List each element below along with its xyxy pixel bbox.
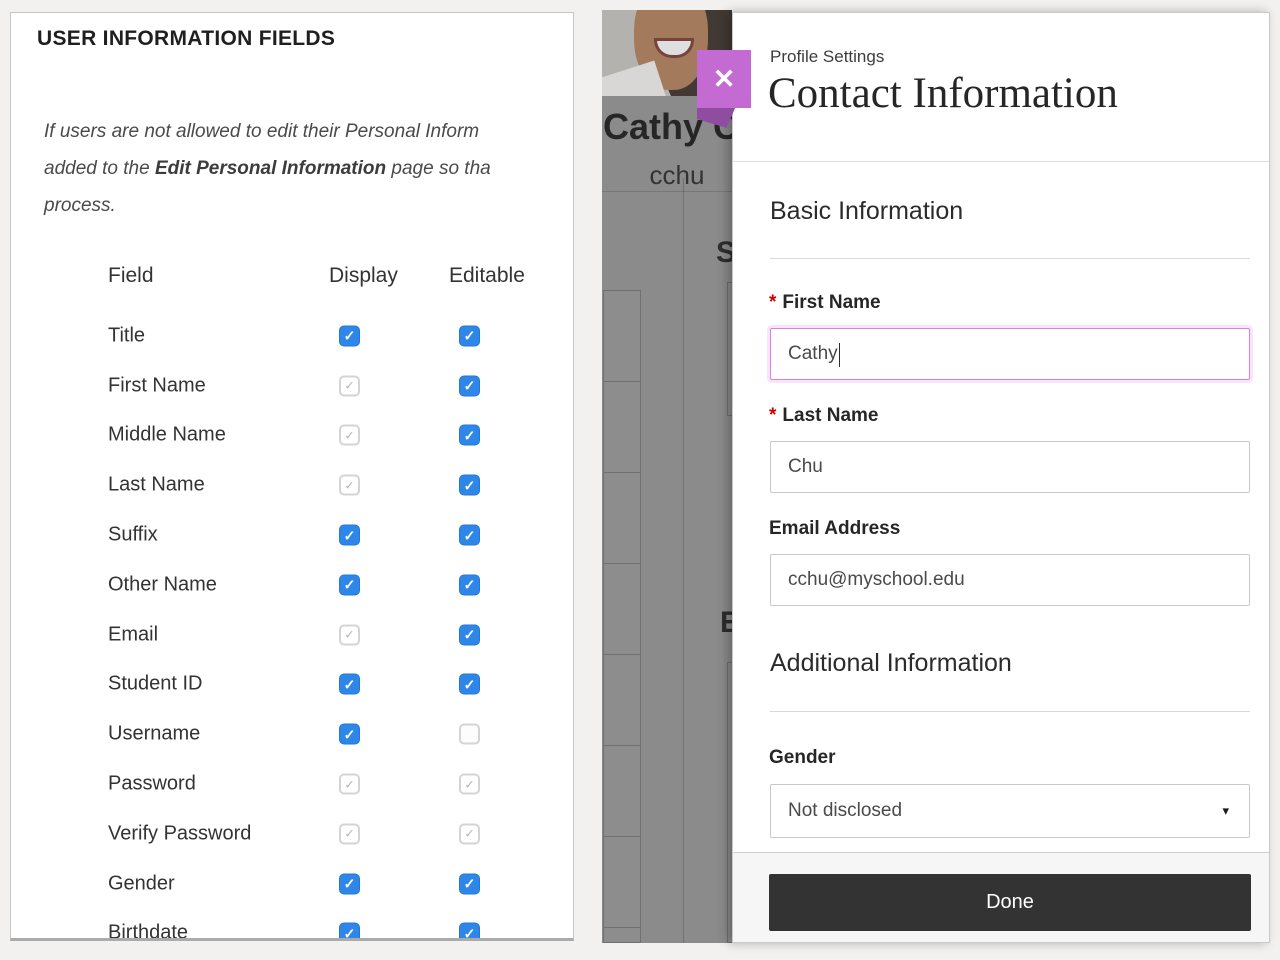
column-header-editable: Editable [449,264,525,288]
field-label-password: Password [108,773,196,796]
table-row-password: Password ✓ ✓ [11,759,573,809]
editable-checkbox-other-name[interactable]: ✓ [459,574,480,595]
section-basic-information: Basic Information [770,197,963,226]
editable-checkbox-title[interactable]: ✓ [459,325,480,346]
display-checkbox-last-name: ✓ [339,475,360,496]
last-name-label: *Last Name [769,405,879,427]
column-header-field: Field [108,264,154,288]
panel-title: USER INFORMATION FIELDS [37,27,335,51]
field-label-username: Username [108,723,200,746]
description-line-1: If users are not allowed to edit their P… [44,113,574,150]
user-information-fields-panel: USER INFORMATION FIELDS If users are not… [10,12,574,941]
profile-settings-panel: Profile Settings Contact Information Bas… [732,12,1270,943]
field-label-suffix: Suffix [108,524,158,547]
editable-checkbox-verify-password: ✓ [459,823,480,844]
display-checkbox-middle-name: ✓ [339,425,360,446]
panel-heading: Contact Information [768,69,1118,118]
email-address-field[interactable]: cchu@myschool.edu [770,554,1250,606]
gender-label: Gender [769,747,836,769]
field-label-other-name: Other Name [108,573,217,596]
dimmed-profile-page-background: Cathy Chu cchu S E [602,10,732,943]
panel-footer: Done [733,852,1269,942]
table-row-birthdate: Birthdate ✓ ✓ [11,909,573,941]
editable-checkbox-suffix[interactable]: ✓ [459,525,480,546]
editable-checkbox-username[interactable] [459,724,480,745]
field-label-verify-password: Verify Password [108,822,251,845]
first-name-label: *First Name [769,292,881,314]
required-asterisk: * [769,405,776,426]
editable-checkbox-gender[interactable]: ✓ [459,873,480,894]
done-button[interactable]: Done [769,874,1251,931]
editable-checkbox-email[interactable]: ✓ [459,624,480,645]
display-checkbox-student-id[interactable]: ✓ [339,674,360,695]
table-row-first-name: First Name ✓ ✓ [11,361,573,411]
first-name-field[interactable]: Cathy [770,328,1250,380]
editable-checkbox-student-id[interactable]: ✓ [459,674,480,695]
display-checkbox-verify-password: ✓ [339,823,360,844]
description-line-3: process. [44,187,574,224]
field-label-middle-name: Middle Name [108,424,226,447]
field-label-student-id: Student ID [108,673,203,696]
editable-checkbox-first-name[interactable]: ✓ [459,375,480,396]
table-row-verify-password: Verify Password ✓ ✓ [11,809,573,859]
gender-selected-value: Not disclosed [788,800,902,822]
column-header-display: Display [329,264,398,288]
editable-checkbox-middle-name[interactable]: ✓ [459,425,480,446]
table-row-other-name: Other Name ✓ ✓ [11,560,573,610]
display-checkbox-gender[interactable]: ✓ [339,873,360,894]
background-card-stack [603,290,641,943]
display-checkbox-first-name: ✓ [339,375,360,396]
close-icon[interactable]: ✕ [697,50,751,108]
required-asterisk: * [769,292,776,313]
display-checkbox-password: ✓ [339,774,360,795]
field-label-birthdate: Birthdate [108,922,188,941]
profile-username: cchu [622,160,732,191]
panel-description: If users are not allowed to edit their P… [44,113,574,224]
text-cursor [839,343,841,367]
table-row-email: Email ✓ ✓ [11,610,573,660]
field-label-last-name: Last Name [108,474,205,497]
header-divider [733,161,1269,162]
last-name-field[interactable]: Chu [770,441,1250,493]
description-line-2: added to the Edit Personal Information p… [44,150,574,187]
display-checkbox-title[interactable]: ✓ [339,325,360,346]
background-partial-heading-s: S [716,236,732,270]
editable-checkbox-password: ✓ [459,774,480,795]
field-label-email: Email [108,623,158,646]
table-row-title: Title ✓ ✓ [11,311,573,361]
display-checkbox-birthdate[interactable]: ✓ [339,923,360,941]
display-checkbox-email: ✓ [339,624,360,645]
background-partial-heading-e: E [720,606,732,640]
editable-checkbox-last-name[interactable]: ✓ [459,475,480,496]
table-header: Field Display Editable [11,264,573,299]
additional-section-divider [770,711,1250,712]
background-vertical-divider [683,178,684,943]
display-checkbox-username[interactable]: ✓ [339,724,360,745]
table-row-gender: Gender ✓ ✓ [11,859,573,909]
table-row-middle-name: Middle Name ✓ ✓ [11,411,573,461]
table-row-suffix: Suffix ✓ ✓ [11,510,573,560]
caret-down-icon: ▾ [1222,803,1229,819]
display-checkbox-suffix[interactable]: ✓ [339,525,360,546]
field-label-gender: Gender [108,872,175,895]
table-row-student-id: Student ID ✓ ✓ [11,660,573,710]
email-address-label: Email Address [769,518,900,540]
gender-select[interactable]: Not disclosed ▾ [770,784,1250,838]
table-row-last-name: Last Name ✓ ✓ [11,460,573,510]
field-label-first-name: First Name [108,374,206,397]
table-rows: Title✓✓First Name✓✓Middle Name✓✓Last Nam… [11,311,573,941]
panel-eyebrow: Profile Settings [770,47,884,67]
section-additional-information: Additional Information [770,649,1012,678]
basic-section-divider [770,258,1250,259]
fields-table: Field Display Editable Title✓✓First Name… [11,264,573,299]
field-label-title: Title [108,324,145,347]
display-checkbox-other-name[interactable]: ✓ [339,574,360,595]
editable-checkbox-birthdate[interactable]: ✓ [459,923,480,941]
table-row-username: Username ✓ [11,709,573,759]
background-divider [602,191,732,192]
